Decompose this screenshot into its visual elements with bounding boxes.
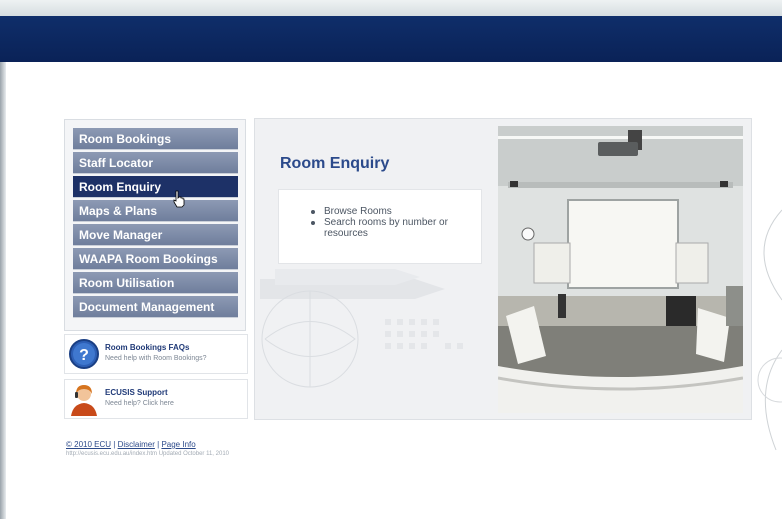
disclaimer-link[interactable]: Disclaimer [118, 440, 155, 449]
site-header-banner [0, 16, 782, 62]
page-title: Room Enquiry [280, 155, 390, 172]
list-item[interactable]: Browse Rooms [311, 206, 476, 217]
nav-room-enquiry[interactable]: Room Enquiry [73, 176, 238, 198]
faq-title: Room Bookings FAQs [105, 343, 190, 352]
list-item[interactable]: Search rooms by number or resources [311, 217, 476, 239]
side-navigation: Room Bookings Staff Locator Room Enquiry… [64, 119, 246, 331]
copyright-link[interactable]: © 2010 ECU [66, 440, 111, 449]
footer-links: © 2010 ECU | Disclaimer | Page Info [66, 440, 196, 449]
faq-subtitle: Need help with Room Bookings? [105, 355, 207, 362]
nav-maps-plans[interactable]: Maps & Plans [73, 200, 238, 222]
support-title: ECUSIS Support [105, 388, 168, 397]
feature-list: Browse Rooms Search rooms by number or r… [311, 206, 476, 239]
nav-staff-locator[interactable]: Staff Locator [73, 152, 238, 174]
footer-url-text: http://ecusis.ecu.edu.au/index.htm Updat… [66, 451, 229, 457]
browser-top-strip [0, 0, 782, 16]
svg-text:?: ? [79, 347, 89, 364]
feature-list-box: Browse Rooms Search rooms by number or r… [278, 189, 482, 264]
decorative-background-lines [757, 209, 782, 451]
nav-room-bookings[interactable]: Room Bookings [73, 128, 238, 150]
hand-cursor-icon [173, 190, 185, 208]
lecture-room-photo [498, 126, 743, 413]
nav-room-utilisation[interactable]: Room Utilisation [73, 272, 238, 294]
page-info-link[interactable]: Page Info [161, 440, 195, 449]
nav-waapa-room-bookings[interactable]: WAAPA Room Bookings [73, 248, 238, 270]
question-mark-icon: ? [69, 339, 99, 369]
faq-help-link[interactable]: ? Room Bookings FAQs Need help with Room… [64, 334, 248, 374]
nav-move-manager[interactable]: Move Manager [73, 224, 238, 246]
support-help-link[interactable]: ECUSIS Support Need help? Click here [64, 379, 248, 419]
support-subtitle: Need help? Click here [105, 400, 174, 407]
nav-document-management[interactable]: Document Management [73, 296, 238, 318]
support-person-icon [71, 385, 97, 416]
